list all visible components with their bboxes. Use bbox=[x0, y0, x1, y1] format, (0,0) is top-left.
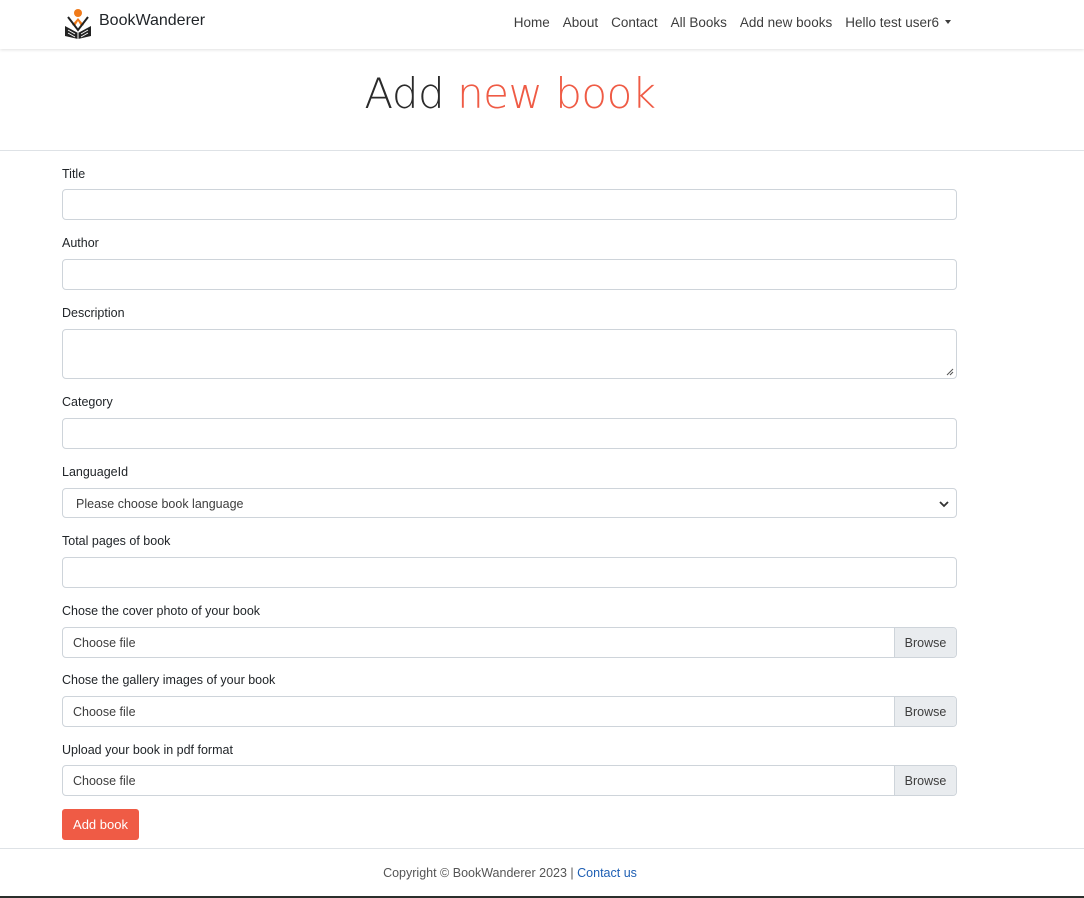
navbar: BookWanderer Home About Contact All Book… bbox=[0, 0, 1084, 49]
language-select[interactable]: Please choose book language bbox=[62, 488, 957, 518]
cover-file-placeholder: Choose file bbox=[73, 636, 136, 650]
title-input[interactable] bbox=[62, 189, 957, 220]
author-input[interactable] bbox=[62, 259, 957, 290]
nav-about[interactable]: About bbox=[563, 15, 598, 30]
cover-browse-button[interactable]: Browse bbox=[894, 628, 956, 657]
description-label: Description bbox=[62, 306, 125, 320]
brand-name: BookWanderer bbox=[99, 12, 206, 29]
description-textarea[interactable] bbox=[62, 329, 957, 379]
user-dropdown[interactable]: Hello test user6 bbox=[845, 15, 951, 30]
gallery-file-placeholder: Choose file bbox=[73, 705, 136, 719]
caret-down-icon bbox=[945, 20, 951, 24]
add-book-button[interactable]: Add book bbox=[62, 809, 139, 840]
footer-text: Copyright © BookWanderer 2023 | Contact … bbox=[0, 866, 1020, 880]
pages-label: Total pages of book bbox=[62, 534, 171, 548]
cover-file-input[interactable]: Choose file Browse bbox=[62, 627, 957, 658]
user-greeting: Hello test user6 bbox=[845, 15, 939, 30]
pdf-browse-button[interactable]: Browse bbox=[894, 766, 956, 795]
title-label: Title bbox=[62, 167, 86, 181]
nav-menu: Home About Contact All Books Add new boo… bbox=[501, 15, 951, 30]
brand-link[interactable]: BookWanderer bbox=[62, 6, 205, 40]
language-selected-value: Please choose book language bbox=[76, 497, 244, 511]
author-label: Author bbox=[62, 236, 99, 250]
pdf-file-placeholder: Choose file bbox=[73, 774, 136, 788]
copyright-text: Copyright © BookWanderer 2023 | bbox=[383, 866, 574, 880]
category-label: Category bbox=[62, 395, 113, 409]
gallery-file-input[interactable]: Choose file Browse bbox=[62, 696, 957, 727]
title-part-2: new book bbox=[457, 69, 656, 118]
gallery-browse-button[interactable]: Browse bbox=[894, 697, 956, 726]
nav-home[interactable]: Home bbox=[514, 15, 550, 30]
nav-contact[interactable]: Contact bbox=[611, 15, 658, 30]
page-header: Add new book bbox=[0, 50, 1084, 151]
resize-grip-icon[interactable] bbox=[946, 368, 954, 376]
footer: Copyright © BookWanderer 2023 | Contact … bbox=[0, 848, 1084, 896]
page-title: Add new book bbox=[0, 69, 1020, 118]
category-input[interactable] bbox=[62, 418, 957, 449]
book-reader-icon bbox=[65, 9, 91, 39]
title-part-1: Add bbox=[364, 69, 445, 118]
language-label: LanguageId bbox=[62, 465, 129, 479]
nav-all-books[interactable]: All Books bbox=[671, 15, 727, 30]
pages-input[interactable] bbox=[62, 557, 957, 588]
nav-add-new-books[interactable]: Add new books bbox=[740, 15, 832, 30]
gallery-label: Chose the gallery images of your book bbox=[62, 673, 276, 687]
chevron-down-icon bbox=[939, 501, 949, 508]
pdf-label: Upload your book in pdf format bbox=[62, 743, 233, 757]
pdf-file-input[interactable]: Choose file Browse bbox=[62, 765, 957, 796]
cover-label: Chose the cover photo of your book bbox=[62, 604, 261, 618]
contact-us-link[interactable]: Contact us bbox=[577, 866, 637, 880]
